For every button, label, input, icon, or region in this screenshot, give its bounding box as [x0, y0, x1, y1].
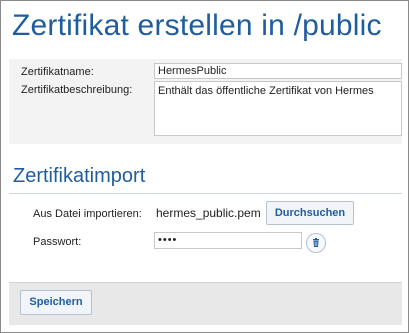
password-input[interactable]: ••••: [154, 232, 302, 249]
section-divider: [9, 193, 402, 194]
dialog-frame: Zertifikat erstellen in /public Zertifik…: [0, 0, 409, 333]
certificate-name-value: HermesPublic: [158, 65, 227, 77]
certificate-name-input[interactable]: HermesPublic: [154, 63, 402, 79]
certificate-description-value: Enthält das öffentliche Zertifikat von H…: [158, 85, 374, 97]
certificate-name-label: Zertifikatname:: [21, 66, 94, 78]
import-file-name: hermes_public.pem: [156, 206, 261, 220]
section-title-import: Zertifikatimport: [13, 165, 146, 187]
save-button[interactable]: Speichern: [20, 290, 92, 315]
certificate-description-label: Zertifikatbeschreibung:: [21, 84, 133, 96]
page-title: Zertifikat erstellen in /public: [12, 9, 382, 42]
password-label: Passwort:: [33, 236, 82, 248]
trash-icon: [313, 238, 319, 247]
password-value: ••••: [158, 234, 178, 246]
browse-button[interactable]: Durchsuchen: [266, 201, 354, 225]
clear-password-button[interactable]: [306, 233, 326, 253]
import-file-label: Aus Datei importieren:: [33, 208, 142, 220]
certificate-description-textarea[interactable]: Enthält das öffentliche Zertifikat von H…: [154, 81, 402, 136]
